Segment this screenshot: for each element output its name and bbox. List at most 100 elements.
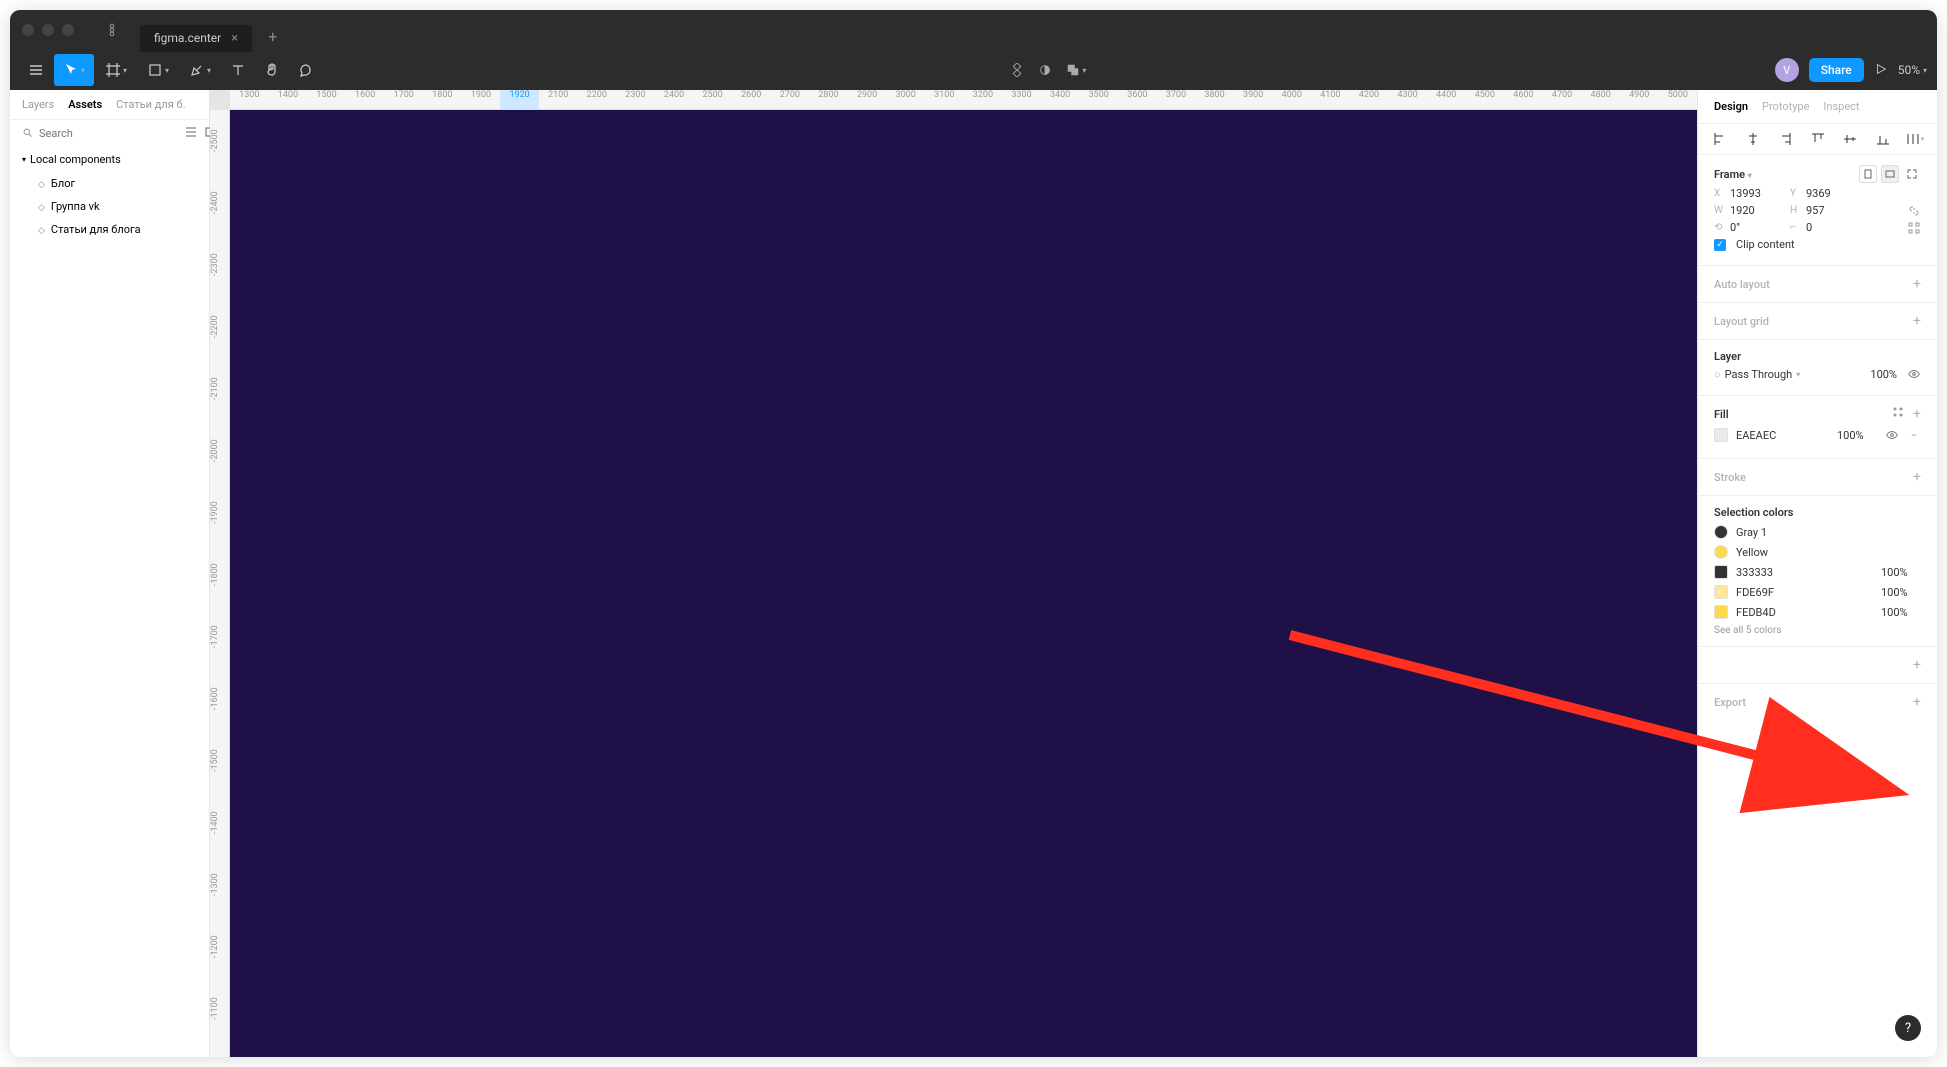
color-name: FEDB4D [1736,606,1873,619]
selection-color-row[interactable]: FEDB4D100% [1714,605,1921,619]
color-swatch[interactable] [1714,525,1728,539]
component-item[interactable]: Группа vk [10,195,209,218]
align-left-icon[interactable] [1710,132,1730,146]
resize-to-fit[interactable] [1903,165,1921,183]
color-swatch[interactable] [1714,545,1728,559]
ruler-tick: 3000 [886,90,925,109]
tab-inspect[interactable]: Inspect [1823,100,1859,113]
text-tool[interactable] [222,54,254,86]
vertical-ruler: -2500-2400-2300-2200-2100-2000-1900-1800… [210,110,230,1057]
zoom-control[interactable]: 50% ▾ [1898,63,1927,77]
menu-button[interactable] [20,54,52,86]
h-label: H [1790,205,1802,216]
hand-tool[interactable] [256,54,288,86]
color-swatch[interactable] [1714,565,1728,579]
help-button[interactable]: ? [1895,1015,1921,1041]
add-fill-button[interactable]: + [1913,406,1921,422]
w-value[interactable]: 1920 [1730,204,1780,217]
share-button[interactable]: Share [1809,58,1864,82]
tab-prototype[interactable]: Prototype [1762,100,1809,113]
fill-swatch[interactable] [1714,428,1728,442]
y-value[interactable]: 9369 [1806,187,1856,200]
distribute-icon[interactable]: ▾ [1905,132,1925,146]
toolbar: ▾ ▾ ▾ ▾ [10,50,1937,90]
ruler-tick: 3200 [964,90,1003,109]
radius-icon: ⌐ [1790,222,1802,233]
comment-tool[interactable] [290,54,322,86]
clip-content-label: Clip content [1736,238,1795,251]
rotation-value[interactable]: 0° [1730,221,1780,234]
align-bottom-icon[interactable] [1873,132,1893,146]
blend-mode[interactable]: ○Pass Through ▾ [1714,368,1860,381]
ruler-tick: 3100 [925,90,964,109]
search-input[interactable] [39,127,179,140]
add-effect-button[interactable]: + [1913,657,1921,673]
align-hcenter-icon[interactable] [1743,132,1763,146]
align-top-icon[interactable] [1808,132,1828,146]
visibility-icon[interactable] [1885,428,1899,442]
independent-corners-icon[interactable] [1907,222,1921,234]
add-tab-button[interactable]: + [268,27,277,46]
file-tab[interactable]: figma.center × [140,25,252,52]
fill-opacity[interactable]: 100% [1837,429,1877,442]
selection-color-row[interactable]: Gray 1 [1714,525,1921,539]
left-panel-tabs: Layers Assets Статьи для б…▾ [10,90,209,120]
x-value[interactable]: 13993 [1730,187,1780,200]
shape-tool[interactable]: ▾ [138,54,178,86]
orientation-landscape[interactable] [1881,165,1899,183]
close-dot[interactable] [22,24,34,36]
app-window: figma.center × + ▾ ▾ ▾ ▾ [10,10,1937,1057]
add-export-button[interactable]: + [1913,694,1921,710]
tab-assets[interactable]: Assets [68,98,102,111]
add-auto-layout-button[interactable]: + [1913,276,1921,292]
selection-color-row[interactable]: 333333100% [1714,565,1921,579]
align-vcenter-icon[interactable] [1840,132,1860,146]
constrain-proportions-icon[interactable] [1907,205,1921,217]
fill-hex[interactable]: EAEAEC [1736,429,1829,442]
add-stroke-button[interactable]: + [1913,469,1921,485]
layer-opacity[interactable]: 100% [1870,368,1897,381]
component-item[interactable]: Блог [10,172,209,195]
component-item[interactable]: Статьи для блога [10,218,209,241]
selection-color-row[interactable]: FDE69F100% [1714,585,1921,599]
pen-tool[interactable]: ▾ [180,54,220,86]
ruler-tick: 2700 [771,90,810,109]
close-tab-icon[interactable]: × [231,31,238,46]
local-components-header[interactable]: ▾ Local components [10,147,209,172]
ruler-tick: -1500 [210,730,220,792]
selection-color-row[interactable]: Yellow [1714,545,1921,559]
h-value[interactable]: 957 [1806,204,1856,217]
ruler-tick: 3400 [1041,90,1080,109]
minimize-dot[interactable] [42,24,54,36]
canvas[interactable] [230,110,1697,1057]
frame-tool[interactable]: ▾ [96,54,136,86]
style-icon[interactable] [1891,406,1905,422]
avatar[interactable]: V [1775,58,1799,82]
component-icon[interactable] [1010,63,1024,77]
figma-home-icon[interactable] [102,20,122,40]
canvas-area[interactable]: 1300140015001600170018001900192021002200… [210,90,1697,1057]
see-all-colors-link[interactable]: See all 5 colors [1714,625,1921,636]
align-right-icon[interactable] [1775,132,1795,146]
present-button[interactable] [1874,61,1888,80]
add-layout-grid-button[interactable]: + [1913,313,1921,329]
move-tool[interactable]: ▾ [54,54,94,86]
visibility-icon[interactable] [1907,367,1921,381]
color-swatch[interactable] [1714,585,1728,599]
ruler-tick: 5000 [1659,90,1697,109]
clip-content-checkbox[interactable]: ✓ [1714,239,1726,251]
frame-title[interactable]: Frame ▾ [1714,168,1752,181]
mask-icon[interactable] [1038,63,1052,77]
maximize-dot[interactable] [62,24,74,36]
boolean-icon[interactable]: ▾ [1066,63,1086,77]
selected-frame[interactable] [230,110,1697,1057]
color-swatch[interactable] [1714,605,1728,619]
tab-layers[interactable]: Layers [22,98,54,111]
orientation-portrait[interactable] [1859,165,1877,183]
fill-title: Fill [1714,408,1729,421]
page-selector[interactable]: Статьи для б…▾ [116,98,186,111]
remove-fill-button[interactable]: − [1907,429,1921,442]
radius-value[interactable]: 0 [1806,221,1856,234]
list-view-icon[interactable] [185,126,197,141]
tab-design[interactable]: Design [1714,100,1748,113]
